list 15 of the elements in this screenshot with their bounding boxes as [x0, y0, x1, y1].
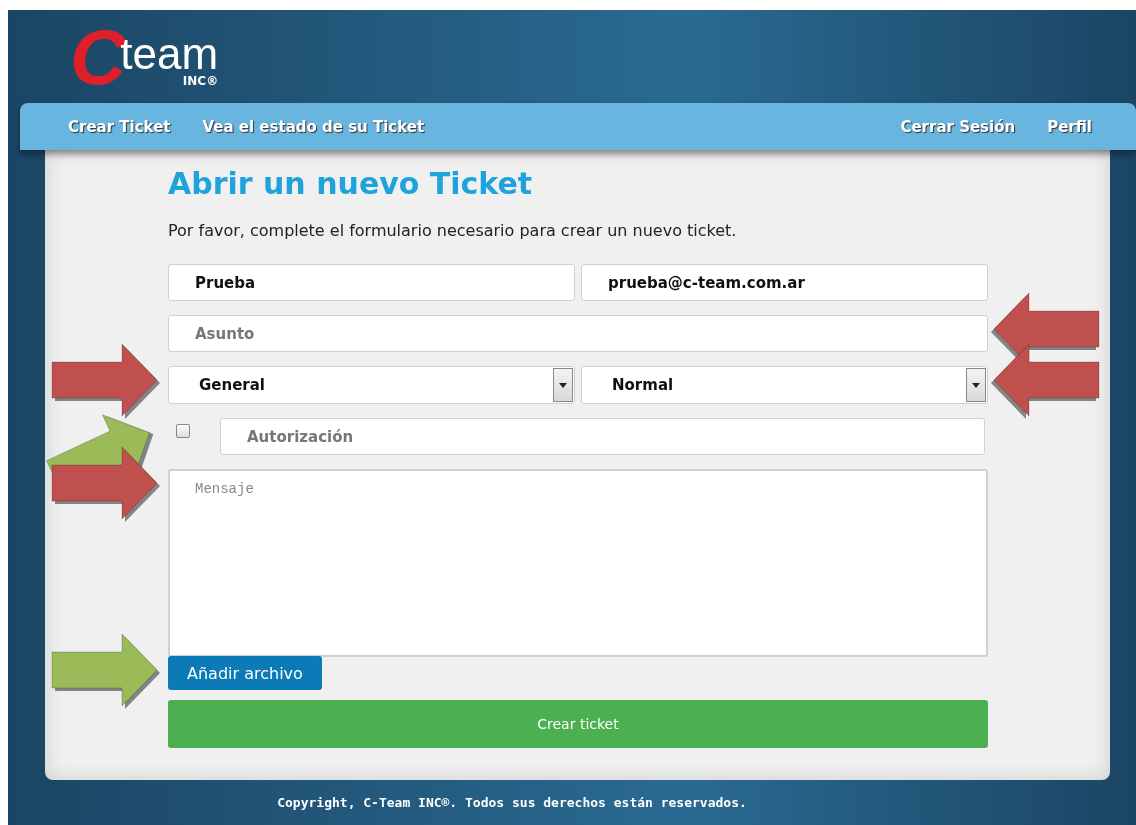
name-field[interactable]: Prueba — [168, 264, 575, 301]
page-title: Abrir un nuevo Ticket — [168, 166, 534, 201]
category-select[interactable]: General — [168, 366, 575, 404]
intro-text: Por favor, complete el formulario necesario para crear un nuevo ticket. — [168, 221, 738, 240]
create-ticket-button[interactable]: Crear ticket — [168, 700, 988, 748]
message-field[interactable]: Mensaje — [168, 469, 988, 657]
authorization-field[interactable]: Autorización — [220, 418, 985, 455]
checkbox[interactable] — [176, 424, 190, 438]
copyright-text: Copyright, C-Team INC®. Todos sus derechos están reservados. — [276, 794, 748, 812]
caret-icon — [966, 368, 986, 402]
priority-select[interactable]: Normal — [581, 366, 988, 404]
caret-icon — [553, 368, 573, 402]
email-field[interactable]: prueba@c-team.com.ar — [581, 264, 988, 301]
subject-field[interactable]: Asunto — [168, 315, 988, 352]
attach-file-button[interactable]: Añadir archivo — [168, 656, 322, 690]
